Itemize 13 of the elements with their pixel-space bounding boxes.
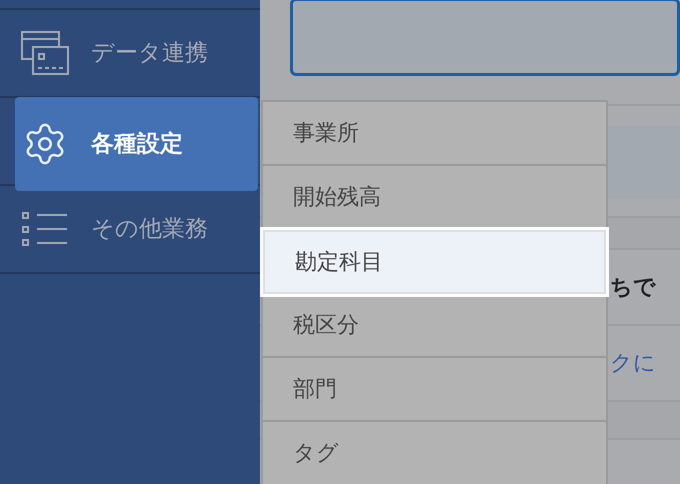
menu-item[interactable]: 部門	[263, 358, 606, 422]
menu-item[interactable]: 税区分	[263, 294, 606, 358]
message-text: ちで	[610, 274, 656, 302]
sidebar-item[interactable]: その他業務	[21, 212, 260, 246]
menu-item[interactable]: タグ	[263, 422, 606, 484]
menu-item[interactable]: 勘定科目	[263, 230, 606, 294]
menu-item[interactable]: 事業所	[263, 102, 606, 166]
link-text[interactable]: クに	[610, 346, 656, 380]
sidebar-item[interactable]: 各種設定	[15, 97, 258, 191]
input-field[interactable]	[290, 0, 680, 76]
cards-icon	[21, 31, 69, 75]
sidebar-item[interactable]: データ連携	[21, 31, 260, 75]
list-icon	[22, 212, 68, 246]
